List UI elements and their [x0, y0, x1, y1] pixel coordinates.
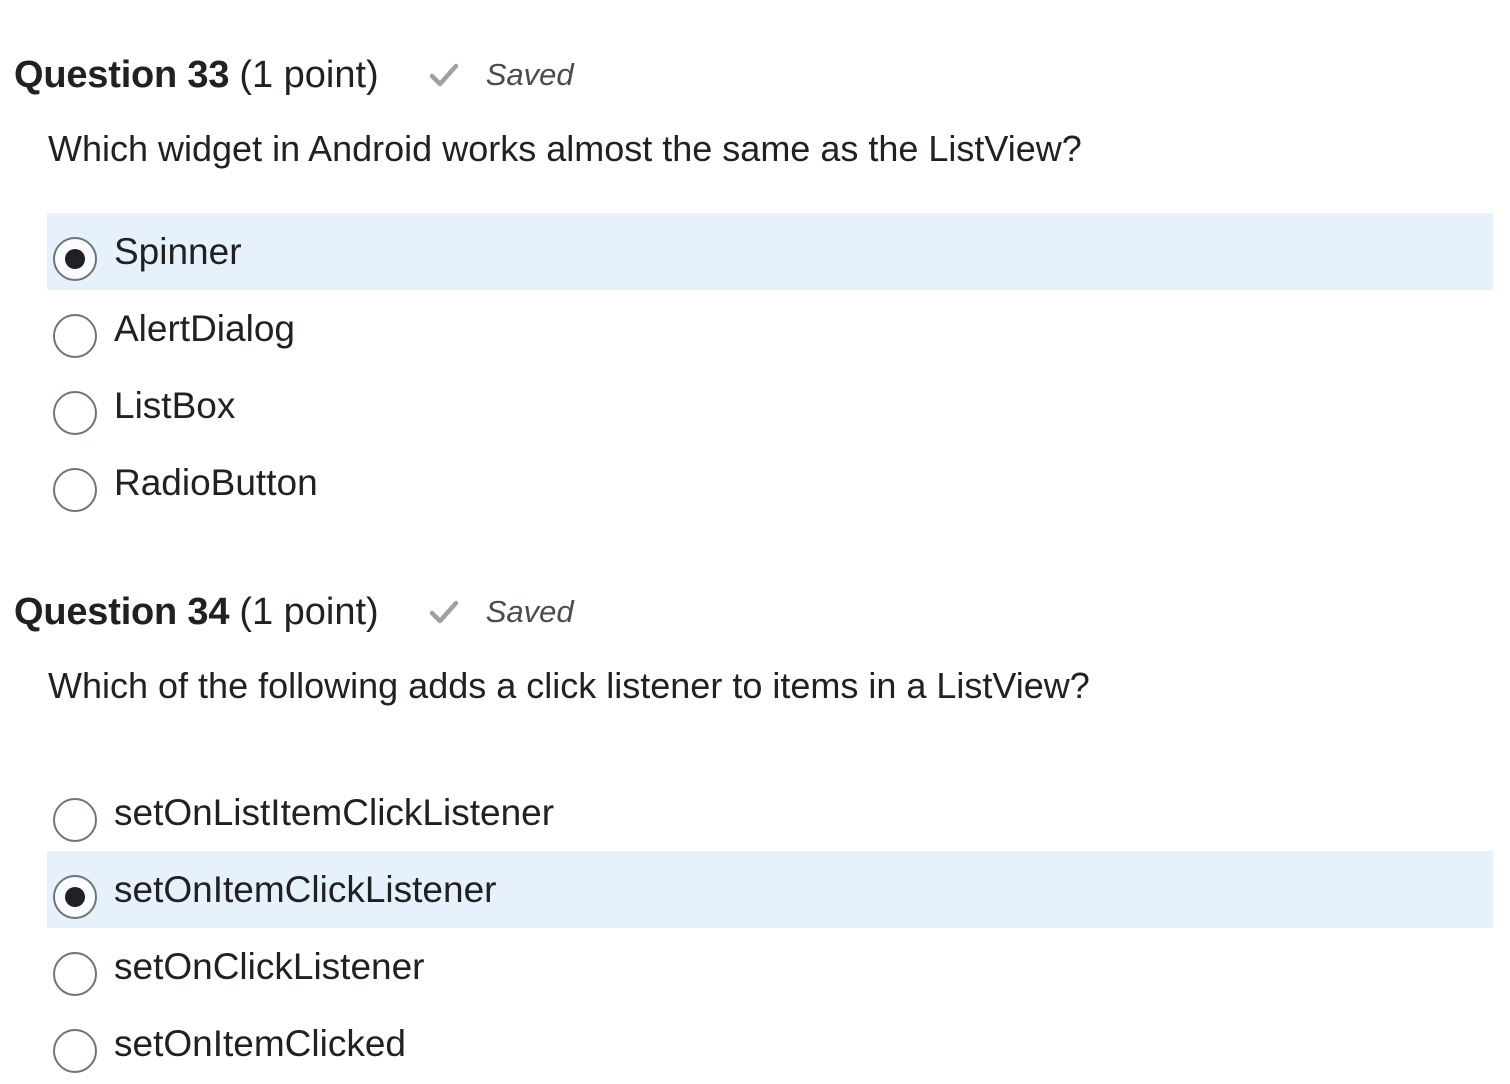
answer-option[interactable]: setOnItemClicked — [47, 1005, 1493, 1082]
radio-button[interactable] — [53, 875, 97, 919]
answer-label[interactable]: Spinner — [114, 231, 242, 273]
question-points: (1 point) — [239, 53, 379, 96]
answer-option[interactable]: setOnItemClickListener — [47, 851, 1493, 928]
question-title: Question 34 — [14, 590, 230, 633]
answer-option[interactable]: Spinner — [47, 213, 1493, 290]
radio-button[interactable] — [53, 237, 97, 281]
saved-status: Saved — [427, 57, 574, 93]
answer-label[interactable]: AlertDialog — [114, 308, 295, 350]
answer-option[interactable]: setOnListItemClickListener — [47, 774, 1493, 851]
check-icon — [429, 600, 458, 624]
radio-dot — [65, 887, 85, 907]
radio-dot — [65, 249, 85, 269]
answer-label[interactable]: setOnItemClickListener — [114, 869, 496, 911]
question-text: Which widget in Android works almost the… — [48, 128, 1082, 169]
answer-label[interactable]: setOnItemClicked — [114, 1023, 406, 1065]
answer-options: Spinner AlertDialog ListBox RadioButton — [47, 213, 1493, 521]
radio-button[interactable] — [53, 798, 97, 842]
question-text: Which of the following adds a click list… — [48, 665, 1090, 706]
question-header: Question 33 (1 point) Saved — [14, 50, 574, 100]
answer-label[interactable]: setOnListItemClickListener — [114, 792, 554, 834]
saved-label: Saved — [485, 57, 574, 92]
answer-option[interactable]: RadioButton — [47, 444, 1493, 521]
radio-button[interactable] — [53, 1029, 97, 1073]
answer-label[interactable]: RadioButton — [114, 462, 318, 504]
answer-label[interactable]: setOnClickListener — [114, 946, 425, 988]
radio-button[interactable] — [53, 952, 97, 996]
radio-button[interactable] — [53, 314, 97, 358]
answer-options: setOnListItemClickListener setOnItemClic… — [47, 750, 1493, 1082]
saved-label: Saved — [485, 594, 574, 629]
question-title: Question 33 — [14, 53, 230, 96]
answer-option[interactable]: AlertDialog — [47, 290, 1493, 367]
saved-status: Saved — [427, 594, 574, 630]
question-points: (1 point) — [239, 590, 379, 633]
answer-option[interactable]: setOnClickListener — [47, 928, 1493, 1005]
question-header: Question 34 (1 point) Saved — [14, 587, 574, 637]
answer-option[interactable]: ListBox — [47, 367, 1493, 444]
answer-label[interactable]: ListBox — [114, 385, 235, 427]
check-icon — [429, 63, 458, 87]
radio-button[interactable] — [53, 468, 97, 512]
radio-button[interactable] — [53, 391, 97, 435]
